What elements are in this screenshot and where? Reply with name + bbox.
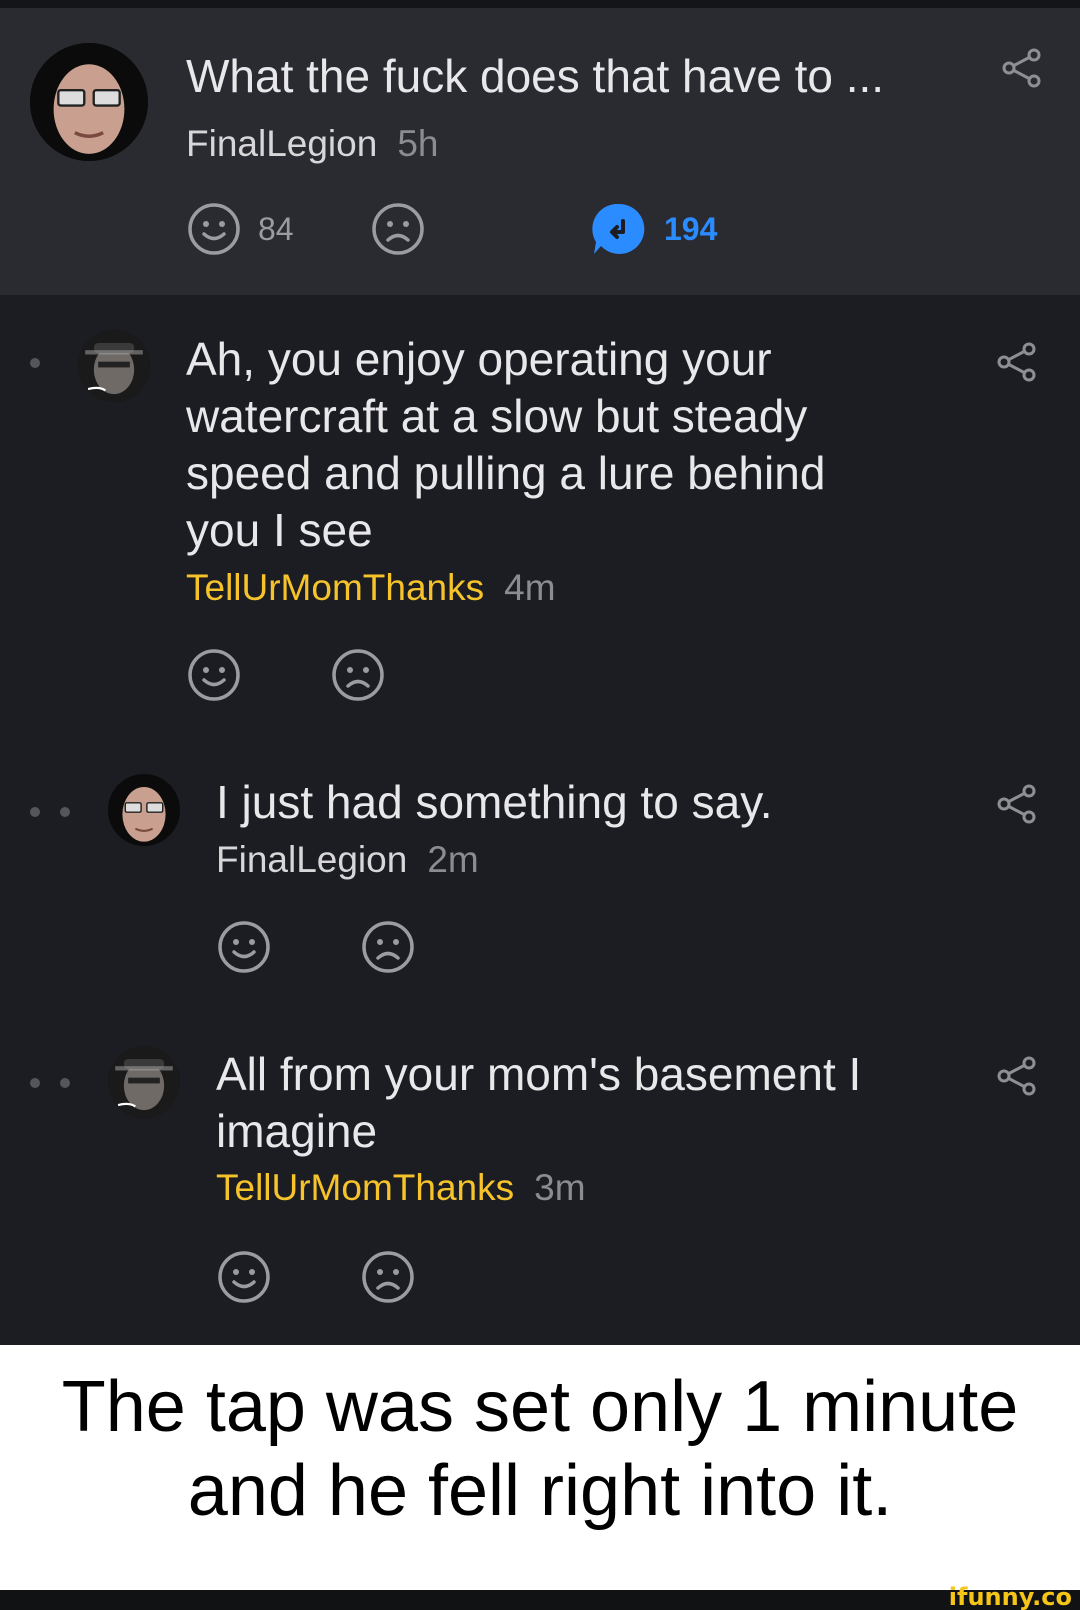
comment-text: All from your mom's basement I imagine [216, 1046, 956, 1160]
meme-caption-panel: The tap was set only 1 minute and he fel… [0, 1345, 1080, 1590]
share-button[interactable] [995, 1054, 1039, 1098]
text-line: I just had something to say. [216, 776, 773, 828]
avatar[interactable] [78, 330, 150, 402]
text-line: All from your mom's basement I [216, 1048, 862, 1100]
unsmile-icon [362, 921, 414, 973]
text-line: you I see [186, 504, 373, 556]
unsmile-button[interactable] [330, 647, 386, 703]
share-icon [997, 784, 1036, 824]
thread-depth-dot [30, 358, 40, 368]
comment-text: What the fuck does that have to ... [186, 50, 885, 102]
comment-meta: TellUrMomThanks 3m [216, 1166, 586, 1210]
bottom-strip [0, 1590, 1080, 1610]
replies-button[interactable] [592, 202, 646, 256]
smile-button[interactable] [186, 201, 242, 257]
share-button[interactable] [995, 340, 1039, 384]
smile-button[interactable] [216, 919, 272, 975]
thread-depth-dot [60, 1078, 70, 1088]
reply-count[interactable]: 194 [664, 201, 717, 257]
parent-comment: What the fuck does that have to ... Fina… [0, 8, 1080, 295]
smile-count: 84 [258, 211, 294, 247]
smile-icon [218, 1251, 270, 1303]
smile-button[interactable] [186, 647, 242, 703]
unsmile-button[interactable] [370, 201, 426, 257]
text-line: imagine [216, 1105, 378, 1157]
share-icon [997, 342, 1036, 382]
top-status-strip [0, 0, 1080, 8]
share-icon [1002, 48, 1041, 88]
timestamp: 4m [504, 567, 556, 608]
unsmile-icon [362, 1251, 414, 1303]
smile-icon [188, 203, 240, 255]
avatar[interactable] [30, 43, 148, 161]
user-photo-icon [30, 43, 148, 161]
smile-icon [188, 649, 240, 701]
thread-depth-dot [30, 1078, 40, 1088]
caption-line: The tap was set only 1 minute [61, 1367, 1019, 1447]
smile-button[interactable] [216, 1249, 272, 1305]
timestamp: 2m [427, 839, 479, 880]
text-line: speed and pulling a lure behind [186, 447, 826, 499]
user-photo-icon [78, 330, 150, 402]
unsmile-icon [372, 203, 424, 255]
reply-bubble-icon [592, 203, 645, 254]
timestamp: 3m [534, 1167, 586, 1208]
unsmile-button[interactable] [360, 1249, 416, 1305]
watermark: ifunny.co [948, 1583, 1072, 1610]
comment-text: Ah, you enjoy operating your watercraft … [186, 331, 966, 559]
meme-caption: The tap was set only 1 minute and he fel… [0, 1365, 1080, 1533]
avatar[interactable] [108, 774, 180, 846]
text-line: Ah, you enjoy operating your [186, 333, 772, 385]
user-photo-icon [108, 774, 180, 846]
username[interactable]: TellUrMomThanks [216, 1167, 514, 1208]
unsmile-button[interactable] [360, 919, 416, 975]
comment-text: I just had something to say. [216, 774, 956, 831]
unsmile-icon [332, 649, 384, 701]
share-icon [997, 1056, 1036, 1096]
avatar[interactable] [108, 1046, 180, 1118]
thread-depth-dot [30, 807, 40, 817]
comment-meta: FinalLegion 5h [186, 122, 438, 166]
caption-line: and he fell right into it. [187, 1451, 893, 1531]
thread-depth-dot [60, 807, 70, 817]
share-button[interactable] [1000, 46, 1044, 90]
user-photo-icon [108, 1046, 180, 1118]
username[interactable]: TellUrMomThanks [186, 567, 484, 608]
text-line: watercraft at a slow but steady [186, 390, 808, 442]
username[interactable]: FinalLegion [216, 839, 407, 880]
username[interactable]: FinalLegion [186, 123, 377, 164]
smile-icon [218, 921, 270, 973]
comment-meta: FinalLegion 2m [216, 838, 479, 882]
comment-meta: TellUrMomThanks 4m [186, 566, 556, 610]
timestamp: 5h [397, 123, 439, 164]
share-button[interactable] [995, 782, 1039, 826]
